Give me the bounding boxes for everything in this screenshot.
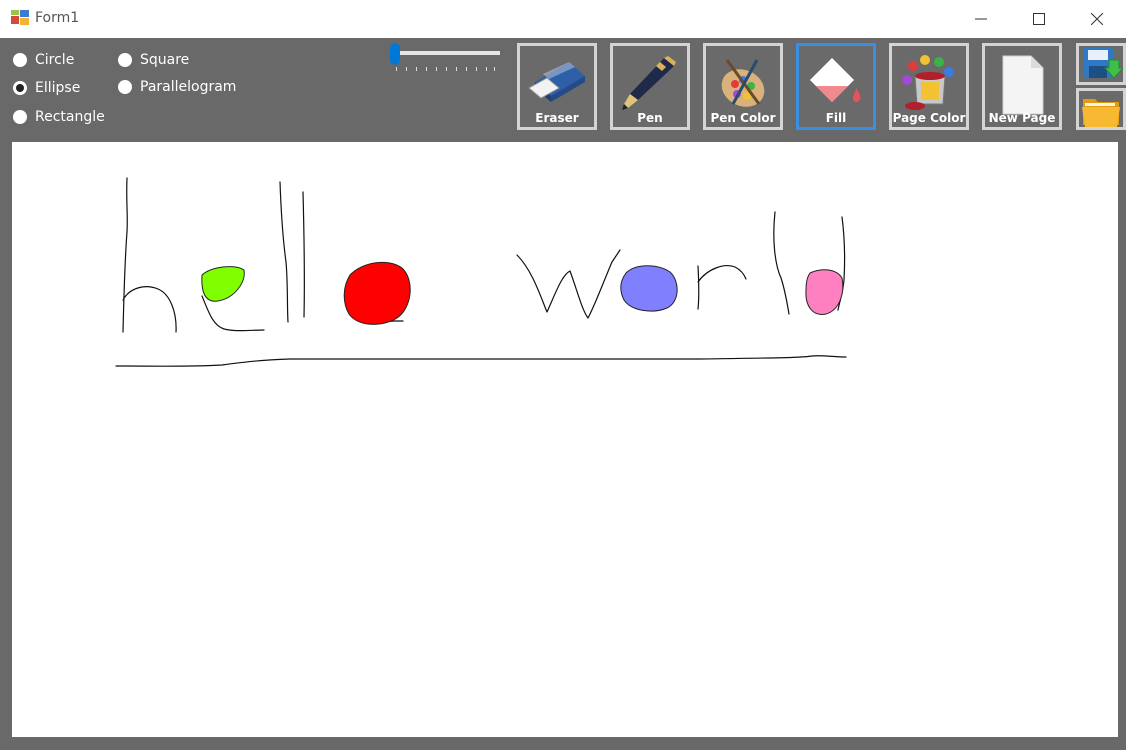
page-color-button[interactable]: Page Color [889, 43, 969, 130]
fill-green-blob [201, 266, 245, 302]
radio-label: Parallelogram [140, 79, 237, 95]
radio-rectangle[interactable]: Rectangle [13, 109, 105, 125]
radio-dot-checked [13, 81, 27, 95]
radio-dot [13, 53, 27, 67]
radio-label: Ellipse [35, 80, 81, 96]
palette-icon [721, 59, 765, 107]
app-icon [11, 10, 29, 25]
folder-open-icon [1082, 99, 1120, 127]
minimize-button[interactable] [952, 0, 1010, 38]
new-page-button[interactable]: New Page [982, 43, 1062, 130]
save-button[interactable] [1076, 43, 1126, 85]
underline [115, 355, 847, 367]
radio-dot [118, 80, 132, 94]
frame-left [0, 142, 12, 750]
radio-label: Circle [35, 52, 75, 68]
radio-dot [118, 53, 132, 67]
radio-parallelogram[interactable]: Parallelogram [118, 79, 236, 95]
drawing-canvas[interactable] [12, 145, 1118, 737]
slider-ticks [396, 67, 495, 71]
frame-right [1118, 142, 1126, 750]
radio-label: Rectangle [35, 109, 105, 125]
stroke-r [697, 265, 747, 310]
pen-color-button[interactable]: Pen Color [703, 43, 783, 130]
pen-icon [622, 56, 676, 110]
eraser-button[interactable]: Eraser [517, 43, 597, 130]
fill-pink-blob [805, 269, 844, 315]
fill-red-blob [343, 261, 411, 325]
tool-label: Pen [637, 111, 663, 125]
paint-can-icon [902, 55, 954, 110]
stroke-l1 [279, 181, 289, 323]
save-icon [1083, 48, 1123, 79]
fill-blue-blob [620, 265, 678, 312]
stroke-h [122, 177, 177, 333]
close-icon [1091, 13, 1103, 25]
blank-page-icon [1002, 55, 1044, 115]
radio-square[interactable]: Square [118, 52, 189, 68]
stroke-d1 [773, 211, 790, 315]
slider-track [390, 51, 500, 55]
window-title: Form1 [35, 10, 80, 26]
pen-size-slider[interactable] [388, 40, 506, 76]
open-button[interactable] [1076, 88, 1126, 130]
canvas-drawing [115, 177, 847, 367]
minimize-icon [975, 18, 987, 20]
radio-label: Square [140, 52, 190, 68]
maximize-icon [1033, 13, 1045, 25]
slider-thumb[interactable] [390, 43, 400, 65]
close-button[interactable] [1068, 0, 1126, 38]
title-bar: Form1 [0, 0, 1126, 38]
tool-label: Fill [825, 111, 847, 125]
fill-bucket-icon [810, 58, 861, 103]
tool-label: Pen Color [710, 111, 776, 125]
radio-dot [13, 110, 27, 124]
tool-label: New Page [988, 111, 1056, 125]
radio-circle[interactable]: Circle [13, 52, 74, 68]
maximize-button[interactable] [1010, 0, 1068, 38]
frame-bottom [0, 737, 1126, 750]
stroke-w [516, 249, 621, 319]
pen-button[interactable]: Pen [610, 43, 690, 130]
radio-ellipse[interactable]: Ellipse [13, 80, 80, 96]
tool-label: Page Color [892, 111, 966, 125]
tool-label: Eraser [535, 111, 579, 125]
fill-button[interactable]: Fill [796, 43, 876, 130]
eraser-icon [528, 62, 585, 102]
stroke-l2 [302, 191, 306, 318]
